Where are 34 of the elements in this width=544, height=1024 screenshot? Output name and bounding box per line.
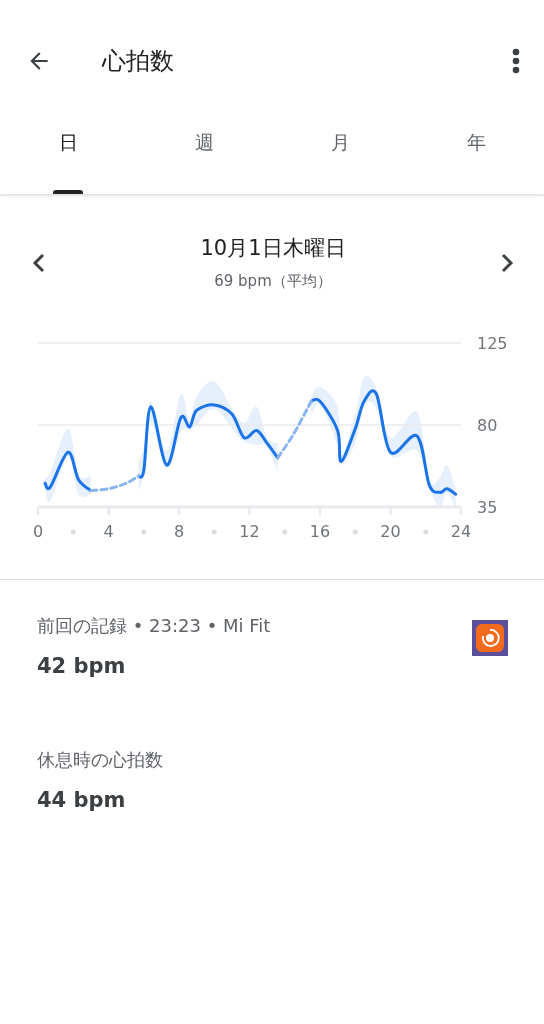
period-tab[interactable]: 日 bbox=[0, 120, 136, 194]
x-tick-label: 4 bbox=[103, 522, 114, 541]
minor-tick-dot bbox=[211, 529, 217, 535]
x-tick-label: 20 bbox=[380, 522, 401, 541]
x-tick-label: 12 bbox=[239, 522, 260, 541]
y-tick-label: 80 bbox=[477, 416, 498, 435]
dashed-line bbox=[89, 474, 140, 493]
average-text: 69 bpm（平均） bbox=[214, 272, 332, 291]
minor-tick-dot bbox=[70, 529, 76, 535]
y-tick-label: 125 bbox=[477, 334, 508, 353]
minor-tick-dot bbox=[282, 529, 288, 535]
minor-tick-dot bbox=[141, 529, 147, 535]
period-tab[interactable]: 月 bbox=[272, 120, 408, 194]
date-title: 10月1日木曜日 bbox=[200, 235, 346, 262]
dashed-line bbox=[276, 399, 313, 460]
x-tick-label: 16 bbox=[309, 522, 331, 541]
app-icon bbox=[472, 620, 508, 656]
more-icon bbox=[512, 48, 520, 74]
period-tab[interactable]: 週 bbox=[136, 120, 272, 194]
heart-rate-line bbox=[43, 450, 93, 493]
chevron-left-icon bbox=[32, 251, 46, 274]
minor-tick-dot bbox=[352, 529, 358, 535]
x-tick-label: 8 bbox=[173, 522, 185, 541]
period-tab[interactable]: 年 bbox=[408, 120, 544, 194]
screen-title: 心拍数 bbox=[102, 46, 175, 77]
resting-rate-value: 44 bpm bbox=[37, 788, 127, 812]
x-tick-label: 24 bbox=[450, 522, 472, 541]
x-tick-label: 0 bbox=[32, 522, 44, 541]
resting-rate-label: 休息時の心拍数 bbox=[37, 748, 163, 772]
y-tick-label: 35 bbox=[477, 498, 498, 517]
latest-record-label: 前回の記録 • 23:23 • Mi Fit bbox=[37, 614, 271, 638]
chevron-right-icon bbox=[500, 251, 514, 274]
latest-record-value: 42 bpm bbox=[37, 654, 127, 678]
minor-tick-dot bbox=[423, 529, 429, 535]
